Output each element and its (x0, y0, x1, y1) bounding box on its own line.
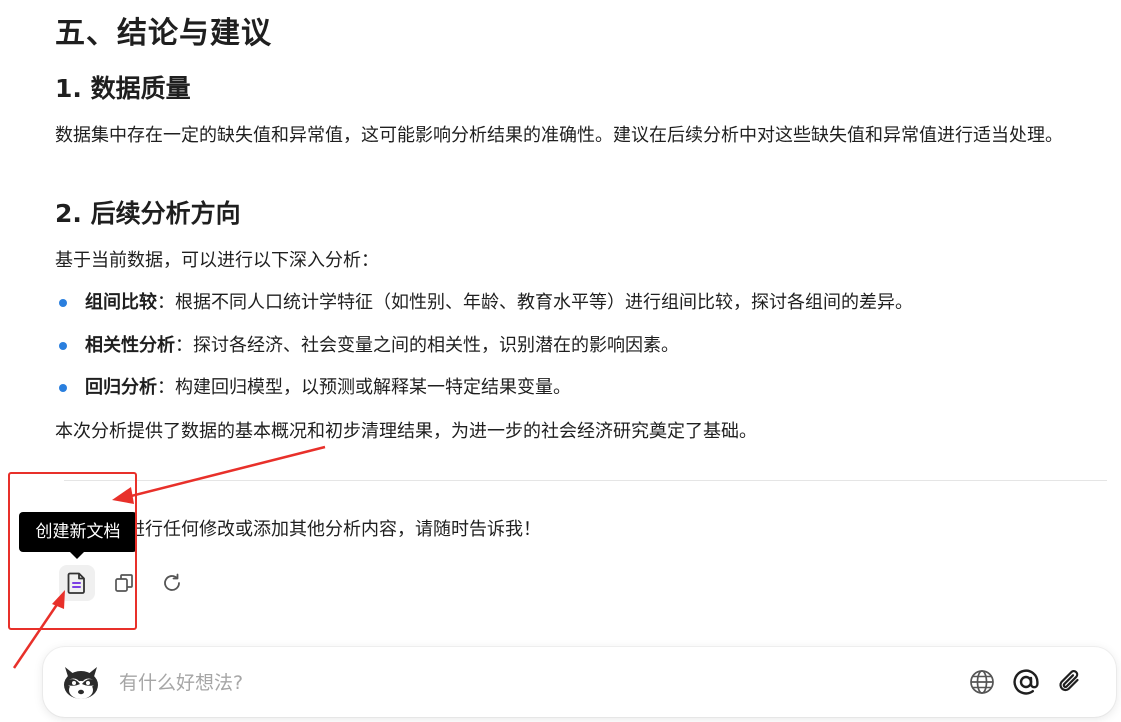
data-quality-paragraph: 数据集中存在一定的缺失值和异常值，这可能影响分析结果的准确性。建议在后续分析中对… (55, 125, 1063, 146)
next-steps-intro: 基于当前数据，可以进行以下深入分析： (55, 250, 379, 271)
copy-button[interactable] (106, 565, 142, 601)
chat-input[interactable] (117, 664, 941, 702)
attach-file-button[interactable] (1053, 665, 1087, 699)
list-item-text: ：根据不同人口统计学特征（如性别、年龄、教育水平等）进行组间比较，探讨各组间的差… (157, 292, 913, 313)
paperclip-icon (1059, 670, 1079, 692)
refresh-icon (164, 573, 180, 591)
create-document-tooltip: 创建新文档 (19, 512, 137, 552)
annotation-arrowhead-top (112, 487, 134, 504)
tooltip-arrow (70, 552, 84, 559)
bullet-dot (59, 299, 67, 307)
list-item-term: 回归分析 (85, 377, 157, 398)
closing-paragraph: 本次分析提供了数据的基本概况和初步清理结果，为进一步的社会经济研究奠定了基础。 (55, 421, 757, 442)
create-document-button[interactable] (59, 565, 95, 601)
list-item-text: ：探讨各经济、社会变量之间的相关性，识别潜在的影响因素。 (175, 335, 679, 356)
copy-icon (115, 574, 133, 592)
subsection-title-next-steps: 2. 后续分析方向 (55, 199, 241, 228)
regenerate-button[interactable] (154, 565, 190, 601)
globe-icon (970, 670, 994, 694)
list-item-term: 组间比较 (85, 292, 157, 313)
annotation-arrows (12, 445, 326, 669)
chat-input-bar (43, 647, 1116, 717)
section-title: 五、结论与建议 (55, 16, 272, 51)
annotation-arrow-top (126, 445, 326, 499)
raccoon-avatar-icon (64, 667, 98, 699)
list-item-term: 相关性分析 (85, 335, 175, 356)
web-search-button[interactable] (965, 665, 999, 699)
bullet-dot (59, 384, 67, 392)
at-icon (1013, 669, 1039, 695)
subsection-title-data-quality: 1. 数据质量 (55, 74, 191, 103)
document-icon (67, 572, 85, 594)
bullet-dot (59, 342, 67, 350)
mention-button[interactable] (1009, 665, 1043, 699)
list-item-text: ：构建回归模型，以预测或解释某一特定结果变量。 (157, 377, 571, 398)
message-divider (64, 480, 1107, 481)
